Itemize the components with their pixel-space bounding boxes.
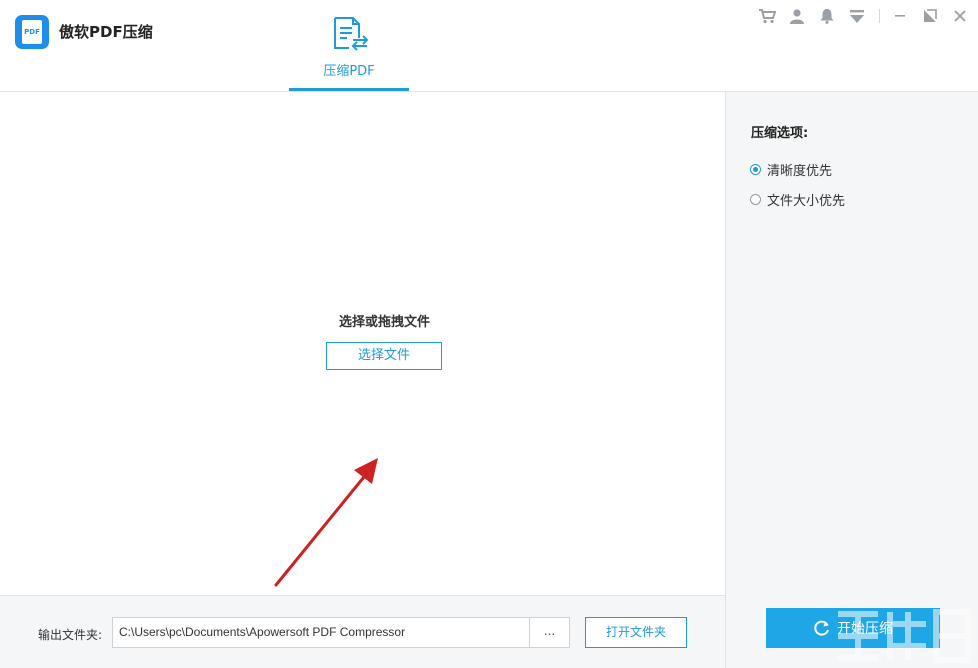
window-controls: [747, 6, 970, 26]
window-controls-divider: [879, 9, 880, 23]
option-quality-priority[interactable]: 清晰度优先: [750, 160, 832, 179]
start-compress-label: 开始压缩: [837, 621, 893, 637]
tab-active-indicator: [289, 88, 409, 91]
browse-button[interactable]: ...: [529, 617, 570, 648]
bell-icon[interactable]: [817, 6, 837, 26]
tab-compress-pdf[interactable]: 压缩PDF: [289, 0, 409, 91]
option-label: 文件大小优先: [767, 194, 846, 209]
restore-icon[interactable]: [920, 6, 940, 26]
options-panel: 压缩选项: 清晰度优先 文件大小优先 开始压缩: [725, 92, 978, 668]
compress-pdf-icon: [334, 17, 369, 51]
app-title: 傲软PDF压缩: [59, 23, 153, 41]
radio-selected-icon[interactable]: [750, 164, 761, 175]
tab-label: 压缩PDF: [323, 64, 375, 79]
radio-unselected-icon[interactable]: [750, 194, 761, 205]
options-title: 压缩选项:: [751, 126, 809, 141]
file-drop-area[interactable]: 选择或拖拽文件 选择文件: [0, 92, 725, 595]
app-logo-icon: PDF: [15, 15, 49, 49]
title-bar: PDF 傲软PDF压缩 压缩PDF: [0, 0, 978, 92]
annotation-arrow: [274, 458, 378, 587]
output-bar: 输出文件夹: C:\Users\pc\Documents\Apowersoft …: [0, 595, 725, 668]
cart-icon[interactable]: [757, 6, 777, 26]
refresh-icon: [814, 620, 829, 636]
minimize-icon[interactable]: [890, 6, 910, 26]
start-compress-button[interactable]: 开始压缩: [766, 608, 940, 648]
menu-dropdown-icon[interactable]: [847, 6, 867, 26]
user-icon[interactable]: [787, 6, 807, 26]
app-logo-label: PDF: [22, 20, 42, 44]
select-file-button[interactable]: 选择文件: [326, 342, 442, 370]
option-size-priority[interactable]: 文件大小优先: [750, 190, 845, 209]
drop-area-title: 选择或拖拽文件: [338, 315, 430, 330]
open-folder-button[interactable]: 打开文件夹: [585, 617, 687, 648]
output-path-field[interactable]: C:\Users\pc\Documents\Apowersoft PDF Com…: [112, 617, 530, 648]
close-icon[interactable]: [950, 6, 970, 26]
output-folder-label: 输出文件夹:: [38, 628, 103, 642]
option-label: 清晰度优先: [767, 164, 833, 179]
